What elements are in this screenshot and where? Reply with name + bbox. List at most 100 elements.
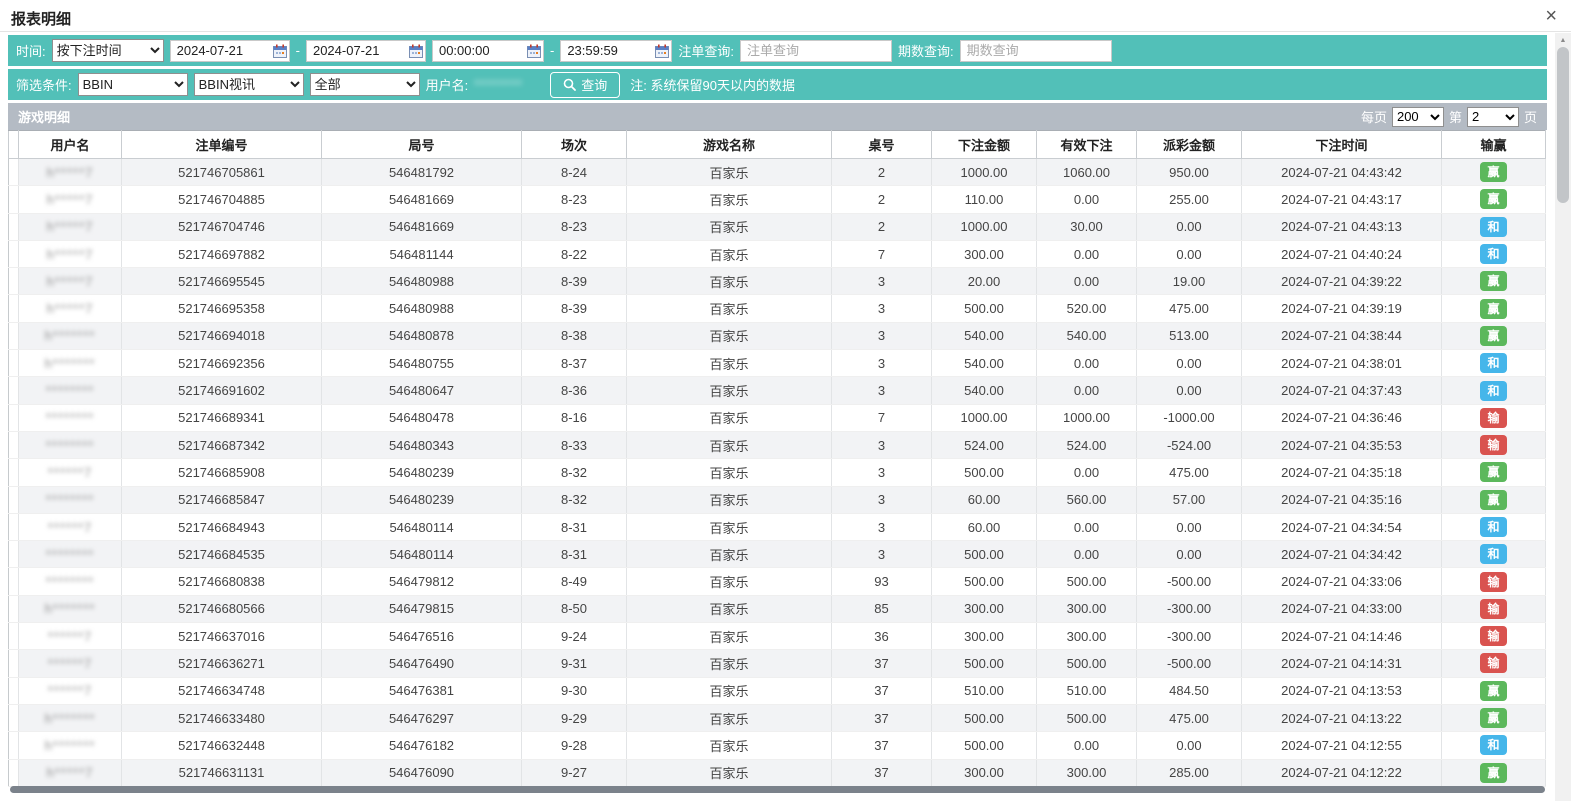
cell-payout: 0.00	[1137, 541, 1242, 568]
result-badge[interactable]: 赢	[1480, 189, 1506, 209]
result-badge[interactable]: 和	[1480, 544, 1506, 564]
cell-bet-amount: 500.00	[932, 732, 1037, 759]
result-badge[interactable]: 和	[1480, 217, 1506, 237]
cell-valid-bet: 300.00	[1037, 759, 1137, 786]
table-row: ********5217466873425464803438-33百家乐3524…	[9, 431, 1546, 458]
period-query-input[interactable]	[960, 40, 1112, 62]
cell-game: 百家乐	[627, 677, 832, 704]
cell-round: 546480114	[322, 513, 522, 540]
result-badge[interactable]: 和	[1480, 517, 1506, 537]
calendar-icon[interactable]	[409, 44, 423, 58]
category-select[interactable]: BBIN视讯	[194, 73, 304, 96]
cell-payout: 484.50	[1137, 677, 1242, 704]
cell-payout: -500.00	[1137, 650, 1242, 677]
cell-result: 和	[1442, 541, 1546, 568]
cell-game: 百家乐	[627, 704, 832, 731]
date-from-input[interactable]	[170, 40, 290, 62]
result-badge[interactable]: 输	[1480, 572, 1506, 592]
cell-bet-amount: 540.00	[932, 322, 1037, 349]
horizontal-scrollbar-thumb[interactable]	[10, 786, 1545, 793]
cell-payout: 475.00	[1137, 295, 1242, 322]
calendar-icon[interactable]	[655, 44, 669, 58]
scope-select[interactable]: 全部	[310, 73, 420, 96]
scroll-up-icon[interactable]: ▲	[1555, 37, 1571, 44]
table-row: ******75217466362715464764909-31百家乐37500…	[9, 650, 1546, 677]
platform-select[interactable]: BBIN	[78, 73, 188, 96]
masked-username-text: ******7	[48, 465, 93, 480]
cell-bet-amount: 60.00	[932, 513, 1037, 540]
result-badge[interactable]: 赢	[1480, 326, 1506, 346]
cell-valid-bet: 520.00	[1037, 295, 1137, 322]
cell-game: 百家乐	[627, 295, 832, 322]
result-badge[interactable]: 赢	[1480, 490, 1506, 510]
bet-query-input[interactable]	[740, 40, 892, 62]
result-badge[interactable]: 输	[1480, 653, 1506, 673]
cell-valid-bet: 300.00	[1037, 595, 1137, 622]
query-button[interactable]: 查询	[550, 72, 620, 98]
per-page-select[interactable]: 200	[1392, 107, 1444, 127]
table-row: ********5217466808385464798128-49百家乐9350…	[9, 568, 1546, 595]
cell-table-no: 3	[832, 377, 932, 404]
masked-username-text: h*****7	[47, 219, 94, 234]
result-badge[interactable]: 赢	[1480, 462, 1506, 482]
filter-bar-condition: 筛选条件: BBIN BBIN视讯 全部 用户名: ******** 查询 注:…	[8, 69, 1547, 100]
cell-payout: 57.00	[1137, 486, 1242, 513]
result-badge[interactable]: 和	[1480, 244, 1506, 264]
cell-bet-time: 2024-07-21 04:35:16	[1242, 486, 1442, 513]
result-badge[interactable]: 和	[1480, 353, 1506, 373]
cell-round: 546476516	[322, 623, 522, 650]
row-gutter	[9, 295, 19, 322]
cell-result: 输	[1442, 431, 1546, 458]
result-badge[interactable]: 赢	[1480, 708, 1506, 728]
cell-bet-amount: 1000.00	[932, 159, 1037, 186]
time-type-select[interactable]: 按下注时间	[52, 39, 164, 62]
close-icon[interactable]: ×	[1545, 4, 1557, 28]
cell-bet-amount: 300.00	[932, 759, 1037, 786]
cell-table-no: 37	[832, 759, 932, 786]
table-row: h*****75217467048855464816698-23百家乐2110.…	[9, 186, 1546, 213]
result-badge[interactable]: 输	[1480, 435, 1506, 455]
date-to-input[interactable]	[306, 40, 426, 62]
result-badge[interactable]: 赢	[1480, 299, 1506, 319]
calendar-icon[interactable]	[273, 44, 287, 58]
cell-payout: 950.00	[1137, 159, 1242, 186]
result-badge[interactable]: 赢	[1480, 271, 1506, 291]
result-badge[interactable]: 和	[1480, 735, 1506, 755]
vertical-scrollbar[interactable]: ▲	[1555, 33, 1571, 801]
cell-result: 输	[1442, 595, 1546, 622]
cell-bet-id: 521746680838	[122, 568, 322, 595]
cell-bet-id: 521746684535	[122, 541, 322, 568]
result-badge[interactable]: 和	[1480, 381, 1506, 401]
table-row: ******75217466370165464765169-24百家乐36300…	[9, 623, 1546, 650]
cell-game: 百家乐	[627, 759, 832, 786]
cell-username: ******7	[19, 650, 122, 677]
result-badge[interactable]: 赢	[1480, 162, 1506, 182]
result-badge[interactable]: 赢	[1480, 681, 1506, 701]
cell-result: 赢	[1442, 159, 1546, 186]
cell-result: 和	[1442, 377, 1546, 404]
result-badge[interactable]: 输	[1480, 408, 1506, 428]
cell-session: 8-22	[522, 240, 627, 267]
cell-game: 百家乐	[627, 240, 832, 267]
row-gutter	[9, 623, 19, 650]
cell-valid-bet: 500.00	[1037, 704, 1137, 731]
cell-result: 赢	[1442, 295, 1546, 322]
result-badge[interactable]: 赢	[1480, 763, 1506, 783]
result-badge[interactable]: 输	[1480, 626, 1506, 646]
cell-game: 百家乐	[627, 377, 832, 404]
page-select[interactable]: 2	[1467, 107, 1519, 127]
calendar-icon[interactable]	[527, 44, 541, 58]
masked-username-text: ********	[46, 410, 94, 425]
result-badge[interactable]: 输	[1480, 599, 1506, 619]
cell-username: h*******	[19, 595, 122, 622]
date-from-wrap	[170, 40, 290, 62]
cell-valid-bet: 0.00	[1037, 268, 1137, 295]
cell-result: 赢	[1442, 459, 1546, 486]
cell-session: 8-23	[522, 186, 627, 213]
row-gutter	[9, 240, 19, 267]
vertical-scrollbar-thumb[interactable]	[1557, 47, 1569, 203]
cell-bet-time: 2024-07-21 04:39:22	[1242, 268, 1442, 295]
masked-username-text: ********	[46, 438, 94, 453]
cell-game: 百家乐	[627, 431, 832, 458]
cell-round: 546480239	[322, 486, 522, 513]
